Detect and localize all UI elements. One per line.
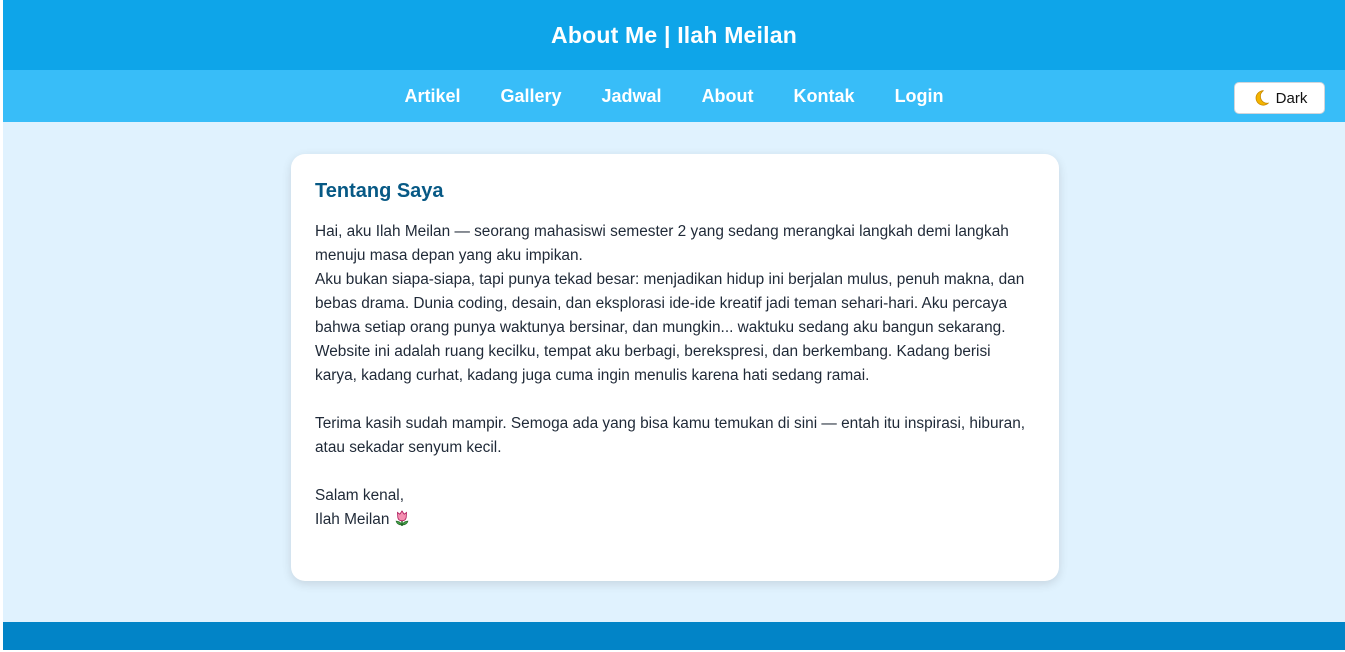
about-paragraph-4: Terima kasih sudah mampir. Semoga ada ya… [315, 415, 1026, 456]
about-paragraph-1: Hai, aku Ilah Meilan — seorang mahasiswi… [315, 223, 1009, 264]
about-body: Hai, aku Ilah Meilan — seorang mahasiswi… [315, 220, 1035, 535]
dark-toggle-label: Dark [1275, 89, 1308, 107]
site-header: About Me | Ilah Meilan [3, 0, 1345, 70]
nav-link-kontak[interactable]: Kontak [794, 86, 855, 107]
moon-icon [1252, 89, 1270, 107]
nav-link-artikel[interactable]: Artikel [404, 86, 460, 107]
nav-link-jadwal[interactable]: Jadwal [602, 86, 662, 107]
about-heading: Tentang Saya [315, 180, 444, 202]
nav-link-about[interactable]: About [702, 86, 754, 107]
navbar: Artikel Gallery Jadwal About Kontak Logi… [3, 70, 1345, 122]
nav-links: Artikel Gallery Jadwal About Kontak Logi… [3, 70, 1345, 122]
tulip-icon [393, 509, 411, 535]
dark-mode-toggle-button[interactable]: Dark [1234, 82, 1325, 114]
nav-link-login[interactable]: Login [895, 86, 944, 107]
closing-line: Salam kenal, [315, 487, 404, 504]
site-title: About Me | Ilah Meilan [551, 21, 797, 48]
signature-name: Ilah Meilan [315, 511, 390, 528]
signature-line: Ilah Meilan [315, 508, 1035, 535]
page-frame: About Me | Ilah Meilan Artikel Gallery J… [3, 0, 1345, 650]
about-paragraph-2: Aku bukan siapa-siapa, tapi punya tekad … [315, 271, 1025, 336]
nav-link-gallery[interactable]: Gallery [500, 86, 561, 107]
site-footer [3, 622, 1345, 650]
about-card: Tentang Saya Hai, aku Ilah Meilan — seor… [291, 154, 1059, 581]
about-paragraph-3: Website ini adalah ruang kecilku, tempat… [315, 343, 991, 384]
